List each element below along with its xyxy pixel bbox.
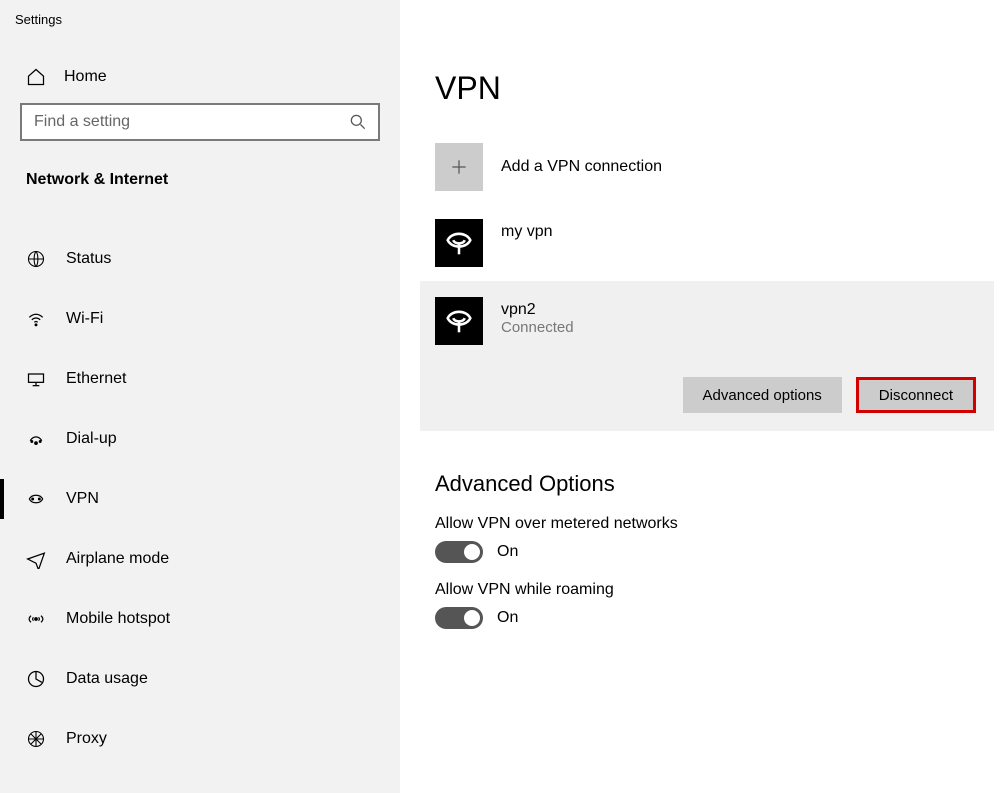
nav-label: Mobile hotspot: [66, 610, 170, 628]
sidebar-item-airplane[interactable]: Airplane mode: [0, 529, 400, 589]
page-title: VPN: [435, 70, 1004, 107]
proxy-icon: [26, 729, 46, 749]
vpn-status: Connected: [501, 319, 574, 336]
toggle-vpn-roaming[interactable]: [435, 607, 483, 629]
ethernet-icon: [26, 369, 46, 389]
search-box[interactable]: [20, 103, 380, 141]
vpn-connection-icon: [435, 297, 483, 345]
home-icon: [26, 67, 46, 87]
option-vpn-metered: Allow VPN over metered networks On: [435, 515, 1004, 563]
nav-label: Airplane mode: [66, 550, 169, 568]
toggle-state: On: [497, 609, 518, 627]
vpn-name: my vpn: [501, 219, 553, 241]
wifi-icon: [26, 309, 46, 329]
sidebar-item-ethernet[interactable]: Ethernet: [0, 349, 400, 409]
toggle-state: On: [497, 543, 518, 561]
disconnect-button[interactable]: Disconnect: [856, 377, 976, 413]
data-usage-icon: [26, 669, 46, 689]
search-icon: [348, 112, 368, 132]
search-container: [20, 103, 380, 141]
option-label: Allow VPN over metered networks: [435, 515, 1004, 533]
dialup-icon: [26, 429, 46, 449]
advanced-options-title: Advanced Options: [435, 471, 1004, 497]
sidebar-item-wifi[interactable]: Wi-Fi: [0, 289, 400, 349]
sidebar-item-proxy[interactable]: Proxy: [0, 709, 400, 769]
vpn-connection-myvpn[interactable]: my vpn: [400, 205, 1004, 281]
nav-label: Status: [66, 250, 111, 268]
settings-sidebar: Settings Home Network & Internet Status …: [0, 0, 400, 793]
nav-label: VPN: [66, 490, 99, 508]
toggle-vpn-metered[interactable]: [435, 541, 483, 563]
sidebar-item-vpn[interactable]: VPN: [0, 469, 400, 529]
hotspot-icon: [26, 609, 46, 629]
nav-label: Proxy: [66, 730, 107, 748]
option-vpn-roaming: Allow VPN while roaming On: [435, 581, 1004, 629]
advanced-options-button[interactable]: Advanced options: [683, 377, 842, 413]
nav-label: Data usage: [66, 670, 148, 688]
sidebar-item-datausage[interactable]: Data usage: [0, 649, 400, 709]
vpn-connection-icon: [435, 219, 483, 267]
option-label: Allow VPN while roaming: [435, 581, 1004, 599]
airplane-icon: [26, 549, 46, 569]
search-input[interactable]: [32, 112, 348, 132]
add-vpn-label: Add a VPN connection: [501, 158, 662, 176]
sidebar-item-hotspot[interactable]: Mobile hotspot: [0, 589, 400, 649]
globe-icon: [26, 249, 46, 269]
plus-icon: [435, 143, 483, 191]
vpn-name: vpn2: [501, 297, 574, 319]
nav-label: Wi-Fi: [66, 310, 103, 328]
home-nav[interactable]: Home: [0, 27, 400, 77]
nav-label: Dial-up: [66, 430, 117, 448]
vpn-connection-vpn2-selected: vpn2 Connected Advanced options Disconne…: [420, 281, 994, 431]
home-label: Home: [64, 68, 107, 86]
nav-label: Ethernet: [66, 370, 126, 388]
sidebar-nav: Status Wi-Fi Ethernet Dial-up VPN: [0, 229, 400, 769]
window-title: Settings: [0, 0, 400, 27]
sidebar-item-status[interactable]: Status: [0, 229, 400, 289]
sidebar-item-dialup[interactable]: Dial-up: [0, 409, 400, 469]
add-vpn-connection[interactable]: Add a VPN connection: [435, 143, 1004, 191]
main-content: VPN Add a VPN connection my vpn vpn2 Con…: [400, 0, 1004, 793]
vpn-connection-vpn2[interactable]: vpn2 Connected: [420, 281, 994, 359]
vpn-action-buttons: Advanced options Disconnect: [420, 359, 994, 413]
vpn-icon: [26, 489, 46, 509]
category-header: Network & Internet: [0, 141, 400, 199]
